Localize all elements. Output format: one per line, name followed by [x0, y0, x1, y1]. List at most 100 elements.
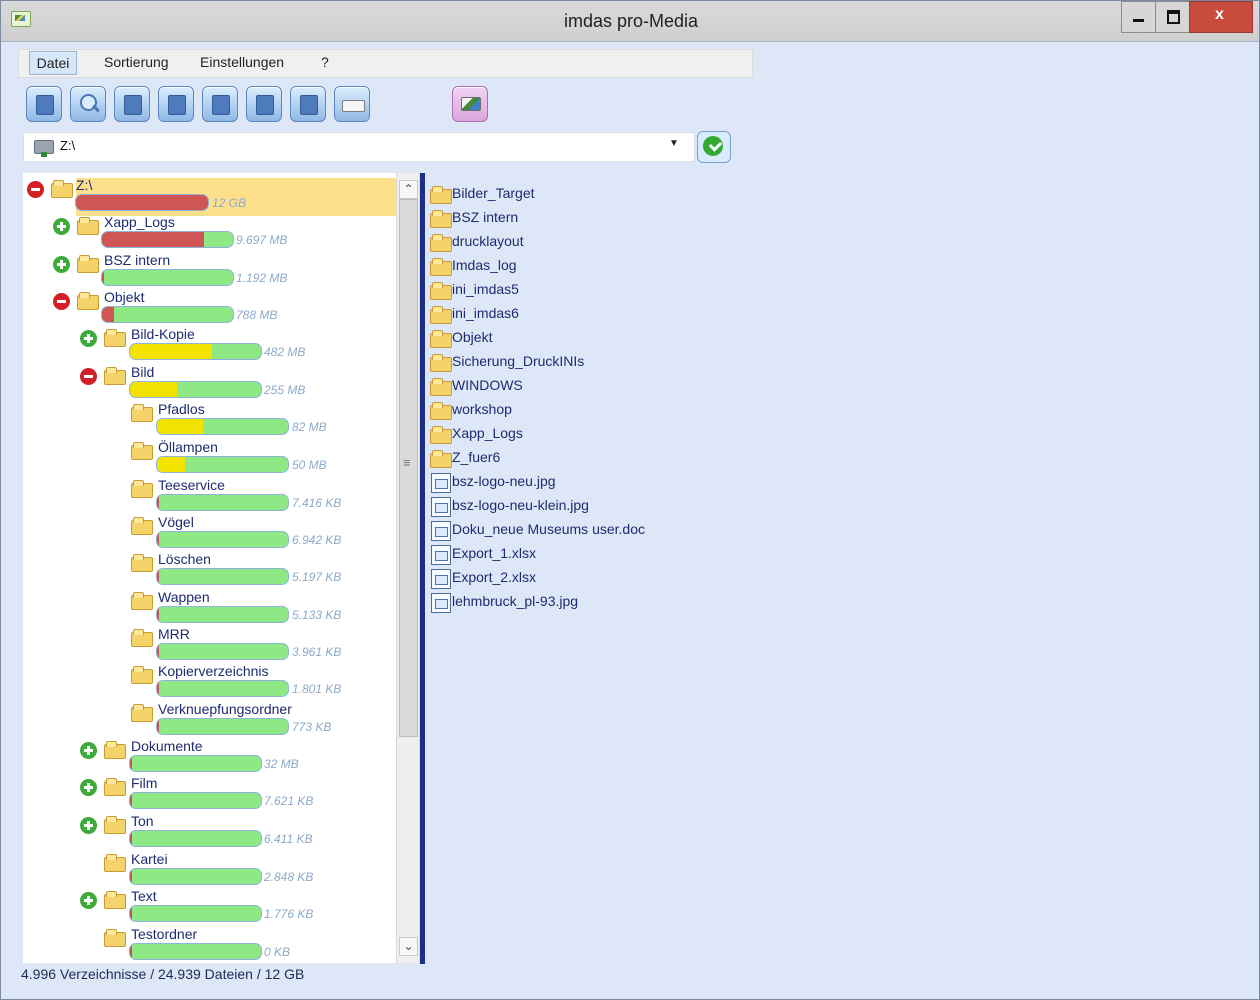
folder-icon: [77, 292, 99, 310]
door-icon[interactable]: [26, 86, 62, 122]
tree-node[interactable]: Z:\ 12 GB: [23, 175, 353, 212]
expand-icon[interactable]: [80, 779, 97, 796]
minimize-icon[interactable]: [1121, 1, 1156, 33]
expand-icon[interactable]: [80, 892, 97, 909]
list-item-label: Imdas_log: [452, 257, 517, 273]
usage-bar: [156, 680, 289, 697]
save-icon[interactable]: [158, 86, 194, 122]
menu-sortierung[interactable]: Sortierung: [104, 54, 169, 70]
folder-icon: [430, 282, 452, 300]
file-icon: [431, 473, 451, 493]
tree-node[interactable]: Wappen 5.133 KB: [23, 587, 353, 624]
list-item-label: bsz-logo-neu-klein.jpg: [452, 497, 589, 513]
tree-node[interactable]: Vögel 6.942 KB: [23, 512, 353, 549]
size-label: 82 MB: [292, 420, 327, 434]
path-selector[interactable]: Z:\: [23, 132, 695, 162]
tree-node[interactable]: Teeservice 7.416 KB: [23, 475, 353, 512]
list-item-label: workshop: [452, 401, 512, 417]
usage-bar: [129, 792, 262, 809]
tree-node[interactable]: Text 1.776 KB: [23, 886, 353, 923]
tree-node-label: Kartei: [131, 851, 168, 867]
usage-bar: [156, 418, 289, 435]
tree-node[interactable]: Objekt 788 MB: [23, 287, 353, 324]
window-title: imdas pro-Media: [563, 11, 699, 31]
scroll-up-icon[interactable]: ⌃: [399, 180, 418, 199]
tree-node[interactable]: Verknuepfungsordner 773 KB: [23, 699, 353, 736]
tree-scrollbar[interactable]: ⌃ ⌄: [396, 173, 420, 963]
folder-icon: [104, 854, 126, 872]
confirm-path-button[interactable]: [697, 131, 731, 163]
collapse-icon[interactable]: [80, 368, 97, 385]
folder-icon: [104, 741, 126, 759]
folder-icon: [131, 404, 153, 422]
expand-icon[interactable]: [80, 330, 97, 347]
tree-node[interactable]: MRR 3.961 KB: [23, 624, 353, 661]
scroll-thumb[interactable]: [399, 199, 418, 737]
drive-icon: [34, 140, 54, 157]
list-item-label: BSZ intern: [452, 209, 519, 225]
checklist-icon[interactable]: [202, 86, 238, 122]
size-label: 1.801 KB: [292, 682, 342, 696]
tree-node[interactable]: Bild 255 MB: [23, 362, 353, 399]
tree-node[interactable]: BSZ intern 1.192 MB: [23, 250, 353, 287]
tree-node-label: Kopierverzeichnis: [158, 663, 269, 679]
search-icon[interactable]: [70, 86, 106, 122]
size-label: 0 KB: [264, 945, 291, 959]
usage-bar: [101, 231, 234, 248]
expand-icon[interactable]: [80, 742, 97, 759]
size-label: 32 MB: [264, 757, 299, 771]
tree-node[interactable]: Film 7.621 KB: [23, 773, 353, 810]
tree-node[interactable]: Öllampen 50 MB: [23, 437, 353, 474]
tree-node[interactable]: Pfadlos 82 MB: [23, 399, 353, 436]
folder-icon: [430, 330, 452, 348]
collapse-icon[interactable]: [53, 293, 70, 310]
tree-node[interactable]: Kartei 2.848 KB: [23, 849, 353, 886]
expand-icon[interactable]: [80, 817, 97, 834]
menu-datei[interactable]: Datei: [29, 51, 77, 75]
folder-icon: [430, 378, 452, 396]
folder-tree: Z:\ 12 GB Xapp_Logs 9.697 MB BSZ intern …: [23, 173, 420, 963]
close-icon[interactable]: [1189, 1, 1253, 33]
folder-icon: [104, 891, 126, 909]
list-item-label: WINDOWS: [452, 377, 523, 393]
list-item-label: drucklayout: [452, 233, 524, 249]
picture-icon[interactable]: [452, 86, 488, 122]
list-item-label: lehmbruck_pl-93.jpg: [452, 593, 579, 609]
menu-help[interactable]: ?: [321, 54, 329, 70]
usage-bar: [129, 868, 262, 885]
size-label: 3.961 KB: [292, 645, 342, 659]
image-icon[interactable]: [246, 86, 282, 122]
tree-node[interactable]: Löschen 5.197 KB: [23, 549, 353, 586]
size-label: 2.848 KB: [264, 870, 314, 884]
tree-node[interactable]: Xapp_Logs 9.697 MB: [23, 212, 353, 249]
list-item-label: Bilder_Target: [452, 185, 535, 201]
usage-bar: [75, 194, 209, 211]
toolbar: [26, 86, 496, 124]
list-item-label: ini_imdas6: [452, 305, 519, 321]
tree-node[interactable]: Testordner 0 KB: [23, 924, 353, 961]
folder-icon: [430, 450, 452, 468]
menu-einstellungen[interactable]: Einstellungen: [200, 54, 284, 70]
file-icon: [431, 569, 451, 589]
list-item-label: Doku_neue Museums user.doc: [452, 521, 645, 537]
folder-icon: [104, 367, 126, 385]
tree-node[interactable]: Bild-Kopie 482 MB: [23, 324, 353, 361]
tree-node-label: Film: [131, 775, 158, 791]
maximize-icon[interactable]: [1155, 1, 1190, 33]
chevron-down-icon[interactable]: ▼: [669, 138, 679, 149]
tree-node[interactable]: Kopierverzeichnis 1.801 KB: [23, 661, 353, 698]
folder-icon: [131, 704, 153, 722]
folder-icon: [430, 210, 452, 228]
refresh-icon[interactable]: [290, 86, 326, 122]
file-icon: [431, 521, 451, 541]
tree-node[interactable]: Ton 6.411 KB: [23, 811, 353, 848]
size-label: 255 MB: [264, 383, 306, 397]
scroll-down-icon[interactable]: ⌄: [399, 937, 418, 956]
tree-node[interactable]: Dokumente 32 MB: [23, 736, 353, 773]
collapse-icon[interactable]: [27, 181, 44, 198]
expand-icon[interactable]: [53, 218, 70, 235]
size-label: 6.411 KB: [264, 832, 313, 846]
expand-icon[interactable]: [53, 256, 70, 273]
database-add-icon[interactable]: [114, 86, 150, 122]
print-icon[interactable]: [334, 86, 370, 122]
